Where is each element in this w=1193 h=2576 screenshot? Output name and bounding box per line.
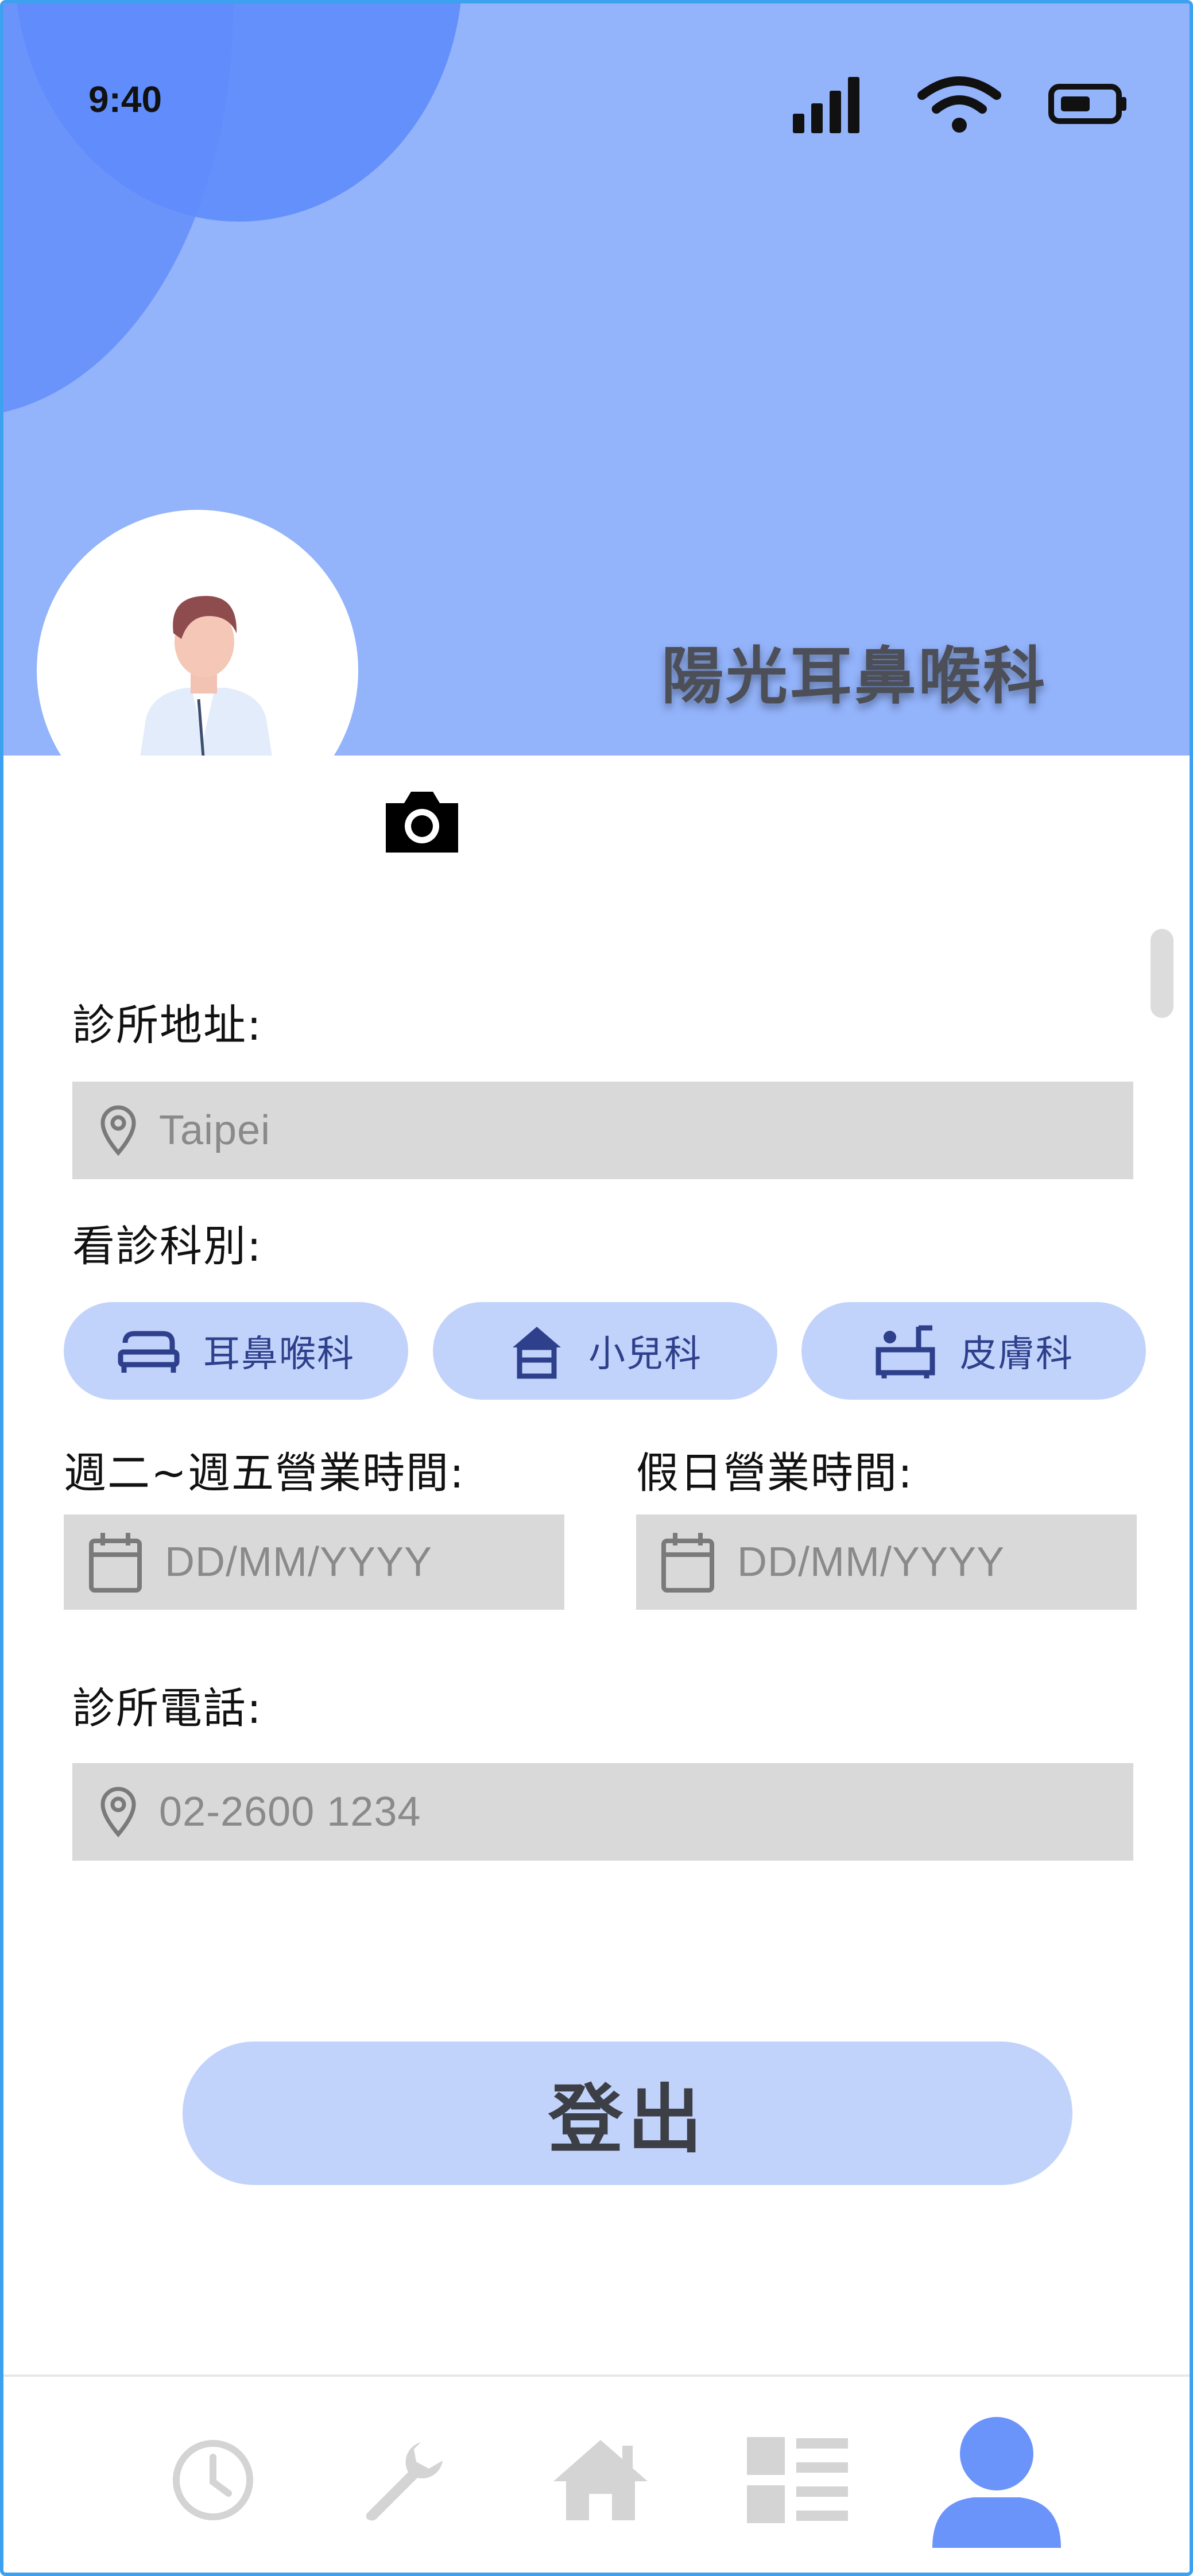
address-field[interactable]: Taipei [72, 1082, 1133, 1179]
chip-label: 耳鼻喉科 [203, 1333, 355, 1376]
specialty-chip-ent[interactable]: 耳鼻喉科 [64, 1302, 408, 1400]
avatar[interactable] [37, 510, 358, 756]
logout-label: 登出 [548, 2076, 707, 2163]
scrollbar-thumb[interactable] [1151, 929, 1173, 1018]
phone-placeholder: 02-2600 1234 [159, 1789, 421, 1835]
list-icon[interactable] [747, 2437, 850, 2523]
weekday-hours-placeholder: DD/MM/YYYY [165, 1539, 433, 1585]
address-label: 診所地址: [72, 1001, 262, 1050]
weekday-hours-label: 週二~週五營業時間: [64, 1448, 465, 1498]
holiday-hours-label: 假日營業時間: [636, 1448, 913, 1498]
bath-icon [876, 1325, 935, 1378]
house-icon [513, 1327, 561, 1379]
weekday-hours-field[interactable]: DD/MM/YYYY [64, 1514, 564, 1610]
phone-field[interactable]: 02-2600 1234 [72, 1763, 1133, 1861]
bed-icon [118, 1331, 180, 1373]
home-icon[interactable] [549, 2434, 652, 2526]
phone-label: 診所電話: [72, 1684, 262, 1733]
holiday-hours-field[interactable]: DD/MM/YYYY [636, 1514, 1137, 1610]
chip-label: 小兒科 [588, 1333, 702, 1376]
bottom-navbar [3, 2374, 1190, 2573]
location-pin-icon [100, 1787, 136, 1838]
calendar-icon [661, 1533, 714, 1593]
doctor-avatar-icon [140, 596, 272, 756]
calendar-icon [89, 1533, 142, 1593]
specialty-chip-pediatrics[interactable]: 小兒科 [433, 1302, 777, 1400]
phone-frame: 9:40 陽光耳鼻喉科 診所地址: Taipei 看診科別: 耳鼻喉科 小兒科 … [0, 0, 1193, 2576]
specialty-chip-dermatology[interactable]: 皮膚科 [801, 1302, 1146, 1400]
logout-button[interactable]: 登出 [183, 2042, 1072, 2185]
location-pin-icon [100, 1105, 136, 1156]
address-placeholder: Taipei [159, 1107, 271, 1153]
camera-icon[interactable] [382, 787, 462, 856]
specialty-label: 看診科別: [72, 1222, 262, 1271]
clock-icon[interactable] [170, 2437, 256, 2523]
avatar-clip [3, 3, 1190, 756]
holiday-hours-placeholder: DD/MM/YYYY [737, 1539, 1005, 1585]
user-icon[interactable] [928, 2412, 1066, 2550]
wrench-icon[interactable] [357, 2434, 448, 2526]
chip-label: 皮膚科 [960, 1333, 1074, 1376]
